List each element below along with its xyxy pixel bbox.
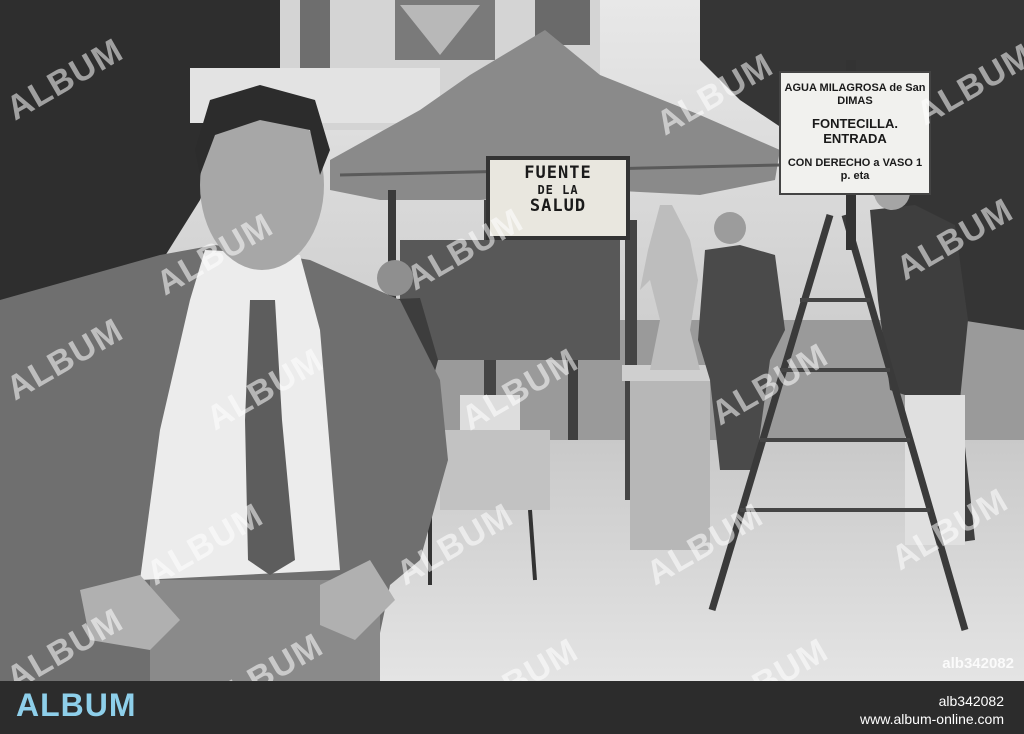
pedestal — [630, 370, 710, 550]
photo-id-overlay: alb342082 — [942, 655, 1014, 672]
sign-agua-line2: FONTECILLA. ENTRADA — [812, 116, 898, 147]
man-middle — [698, 245, 785, 470]
sign-agua-line1: AGUA MILAGROSA de San DIMAS — [784, 82, 926, 107]
sign-agua-text: AGUA MILAGROSA de San DIMAS FONTECILLA. … — [782, 82, 928, 182]
photograph: FUENTE DE LA SALUD AGUA MILAGROSA de San… — [0, 0, 1024, 681]
sign-fuente-line1: FUENTE — [524, 163, 592, 183]
sign-fuente-line2: DE LA — [537, 182, 579, 197]
footer-image-id: alb342082 — [938, 693, 1004, 709]
sign-agua-line3: CON DERECHO a VASO 1 p. eta — [787, 157, 923, 182]
album-logo[interactable]: ALBUM — [16, 687, 137, 724]
footer-url[interactable]: www.album-online.com — [860, 711, 1004, 727]
footer-bar: ALBUM alb342082 www.album-online.com — [0, 681, 1024, 734]
